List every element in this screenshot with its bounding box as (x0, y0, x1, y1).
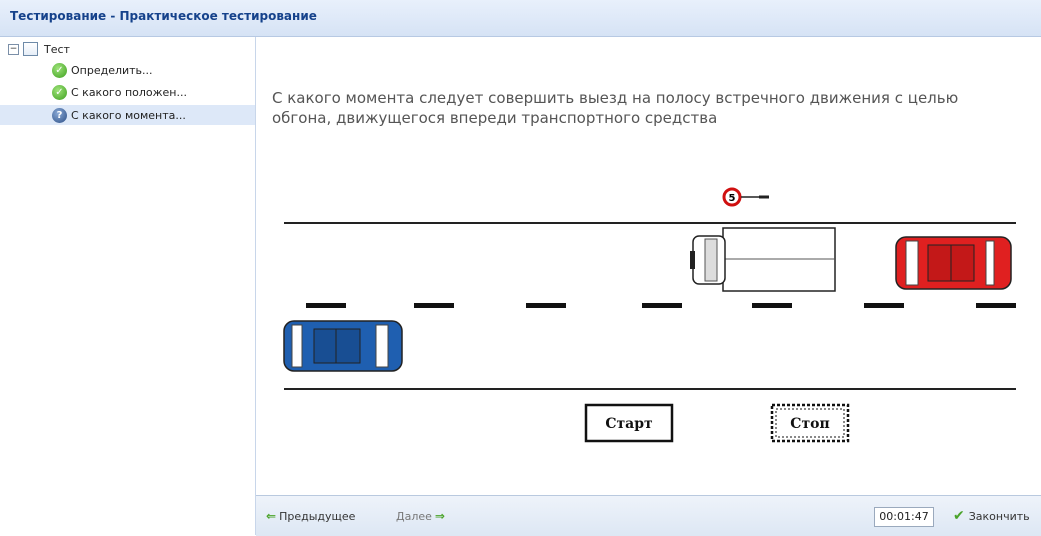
previous-button[interactable]: ⇐ Предыдущее (266, 506, 355, 526)
tree-root[interactable]: − Тест (8, 39, 70, 59)
check-icon: ✓ (52, 84, 67, 100)
start-marker: Старт (584, 403, 674, 443)
arrow-right-icon: ⇒ (434, 509, 445, 523)
arrow-left-icon: ⇐ (266, 509, 277, 523)
finish-button[interactable]: ✔ Закончить (953, 506, 1030, 526)
red-car (895, 236, 1012, 290)
tree-item-selected[interactable]: ? С какого момента... (0, 105, 255, 125)
start-label: Старт (605, 416, 653, 432)
tree-item-label: Определить... (71, 63, 153, 77)
center-line-dashes (306, 303, 1016, 308)
timer-display: 00:01:47 (874, 507, 934, 527)
road-scene: 5 Старт Стоп (283, 187, 1016, 443)
blue-car (283, 320, 403, 372)
tree-item-label: С какого момента... (71, 108, 186, 122)
check-icon: ✓ (52, 62, 67, 78)
question-tree: − Тест ✓ Определить... ✓ С какого положе… (0, 37, 256, 535)
stop-label: Стоп (790, 416, 829, 432)
check-icon: ✔ (953, 508, 965, 524)
sign-value: 5 (729, 193, 736, 204)
question-icon: ? (52, 107, 67, 123)
footer-toolbar: ⇐ Предыдущее Далее ⇒ 00:01:47 ✔ Закончит… (256, 495, 1041, 536)
previous-button-label: Предыдущее (279, 509, 356, 523)
tree-item[interactable]: ✓ Определить... (52, 60, 153, 80)
tree-root-label: Тест (44, 42, 70, 56)
question-panel: С какого момента следует совершить выезд… (256, 37, 1041, 495)
finish-button-label: Закончить (968, 509, 1030, 523)
document-icon (23, 42, 38, 56)
stop-marker: Стоп (770, 403, 850, 443)
collapse-icon[interactable]: − (8, 43, 19, 55)
next-button-label: Далее (396, 509, 432, 523)
tree-item[interactable]: ✓ С какого положен... (52, 82, 187, 102)
tree-item-label: С какого положен... (71, 85, 187, 99)
speed-limit-sign: 5 (722, 187, 769, 207)
window-title-bar: Тестирование - Практическое тестирование (0, 0, 1041, 37)
truck (690, 227, 836, 292)
window-title: Тестирование - Практическое тестирование (10, 9, 317, 23)
next-button[interactable]: Далее ⇒ (396, 506, 445, 526)
